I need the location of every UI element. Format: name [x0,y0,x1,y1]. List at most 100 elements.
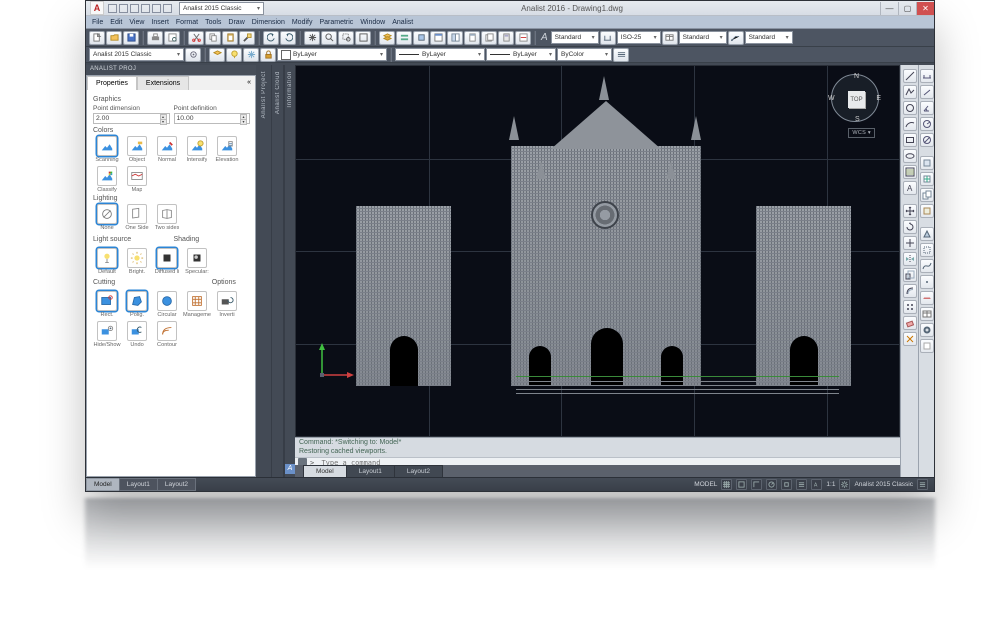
lightsource-bright-icon[interactable] [127,248,147,268]
menu-tools[interactable]: Tools [205,19,221,26]
dimstyle-icon[interactable] [600,31,616,45]
dim-aligned-icon[interactable] [920,85,934,99]
menu-modify[interactable]: Modify [292,19,313,26]
layer-state-icon[interactable] [396,31,412,45]
status-model-button[interactable]: MODEL [694,481,717,488]
status-osnap-icon[interactable] [781,479,792,490]
tab-layout2[interactable]: Layout2 [394,465,443,477]
wcs-badge[interactable]: WCS ▾ [848,128,875,138]
color-intensify-icon[interactable] [187,136,207,156]
boundary-icon[interactable] [920,243,934,257]
trim-icon[interactable] [903,236,917,250]
multileader-icon[interactable] [728,31,744,45]
tab-model[interactable]: Model [303,465,347,477]
color-map-icon[interactable] [127,166,147,186]
donut-icon[interactable] [920,323,934,337]
shading-diffused-icon[interactable] [157,248,177,268]
wblock-icon[interactable] [920,204,934,218]
move-icon[interactable] [903,204,917,218]
status-scale[interactable]: 1:1 [826,481,835,488]
print-icon[interactable] [147,31,163,45]
layer-dropdown[interactable]: ByLayer▾ [277,48,387,61]
menu-file[interactable]: File [92,19,103,26]
lighting-one-side-icon[interactable] [127,204,147,224]
qat-print-icon[interactable] [163,4,172,13]
lighting-two-sides-icon[interactable] [157,204,177,224]
tab-extensions[interactable]: Extensions [137,76,189,90]
viewcube-face[interactable]: TOP [848,91,865,108]
menu-analist[interactable]: Analist [392,19,413,26]
table-icon[interactable] [920,307,934,321]
cutting-contour-icon[interactable] [157,321,177,341]
region-icon[interactable] [920,227,934,241]
tablestyle-dropdown[interactable]: Standard▾ [679,31,727,44]
dim-angular-icon[interactable] [920,101,934,115]
qat-save-icon[interactable] [130,4,139,13]
polyline-icon[interactable] [903,85,917,99]
point-dimension-input[interactable]: 2.00▴▾ [93,113,170,124]
status-gear-icon[interactable] [839,479,850,490]
cutting-hide-show-icon[interactable] [97,321,117,341]
layer-prev-icon[interactable] [413,31,429,45]
cut-icon[interactable] [188,31,204,45]
shading-specular-icon[interactable] [187,248,207,268]
scale-icon[interactable] [903,268,917,282]
color-dropdown[interactable]: ByColor▾ [557,48,612,61]
insert-icon[interactable] [920,172,934,186]
design-center-icon[interactable] [447,31,463,45]
markup-icon[interactable] [515,31,531,45]
calc-icon[interactable] [498,31,514,45]
open-icon[interactable] [106,31,122,45]
menu-draw[interactable]: Draw [228,19,244,26]
rotate-icon[interactable] [903,220,917,234]
lineweight-dropdown[interactable]: ByLayer▾ [486,48,556,61]
zoom-icon[interactable] [321,31,337,45]
vstrip-information[interactable]: Information A [284,65,295,477]
sheet-set-icon[interactable] [481,31,497,45]
hatch-icon[interactable] [903,165,917,179]
offset-icon[interactable] [903,284,917,298]
dim-linear-icon[interactable] [920,69,934,83]
cutting-inverti-icon[interactable] [217,291,237,311]
rectangle-icon[interactable] [903,133,917,147]
annotation-letter-icon[interactable]: A [541,32,548,43]
status-model-tab[interactable]: Model [86,478,120,491]
revcloud-icon[interactable] [920,291,934,305]
status-layout2-tab[interactable]: Layout2 [157,478,196,491]
block-icon[interactable] [920,156,934,170]
maximize-button[interactable]: ▢ [898,2,916,15]
qat-open-icon[interactable] [119,4,128,13]
menu-parametric[interactable]: Parametric [319,19,353,26]
line-icon[interactable] [903,69,917,83]
qat-workspace-dropdown[interactable]: Analist 2015 Classic▾ [179,2,264,15]
menu-insert[interactable]: Insert [151,19,169,26]
text-icon[interactable]: A [903,181,917,195]
menu-edit[interactable]: Edit [110,19,122,26]
color-normal-icon[interactable] [157,136,177,156]
redo-icon[interactable] [280,31,296,45]
zoom-window-icon[interactable] [338,31,354,45]
ellipse-icon[interactable] [903,149,917,163]
color-scanning-icon[interactable] [97,136,117,156]
menu-format[interactable]: Format [176,19,198,26]
cutting-rect-icon[interactable] [97,291,117,311]
tab-properties[interactable]: Properties [87,76,137,90]
workspace-settings-icon[interactable] [185,48,201,62]
menu-window[interactable]: Window [360,19,385,26]
tool-palettes-icon[interactable] [464,31,480,45]
xref-icon[interactable] [920,188,934,202]
workspace-dropdown[interactable]: Analist 2015 Classic▾ [89,48,184,61]
status-snap-icon[interactable] [736,479,747,490]
cutting-polig-icon[interactable] [127,291,147,311]
dimstyle-dropdown[interactable]: ISO-25▾ [617,31,661,44]
cutting-manage-icon[interactable] [187,291,207,311]
dim-diameter-icon[interactable] [920,133,934,147]
status-grid-icon[interactable] [721,479,732,490]
layers-icon[interactable] [379,31,395,45]
status-menu-icon[interactable] [917,479,928,490]
undo-icon[interactable] [263,31,279,45]
color-classify-icon[interactable] [97,166,117,186]
save-icon[interactable] [123,31,139,45]
tab-layout1[interactable]: Layout1 [346,465,395,477]
menu-dimension[interactable]: Dimension [252,19,285,26]
